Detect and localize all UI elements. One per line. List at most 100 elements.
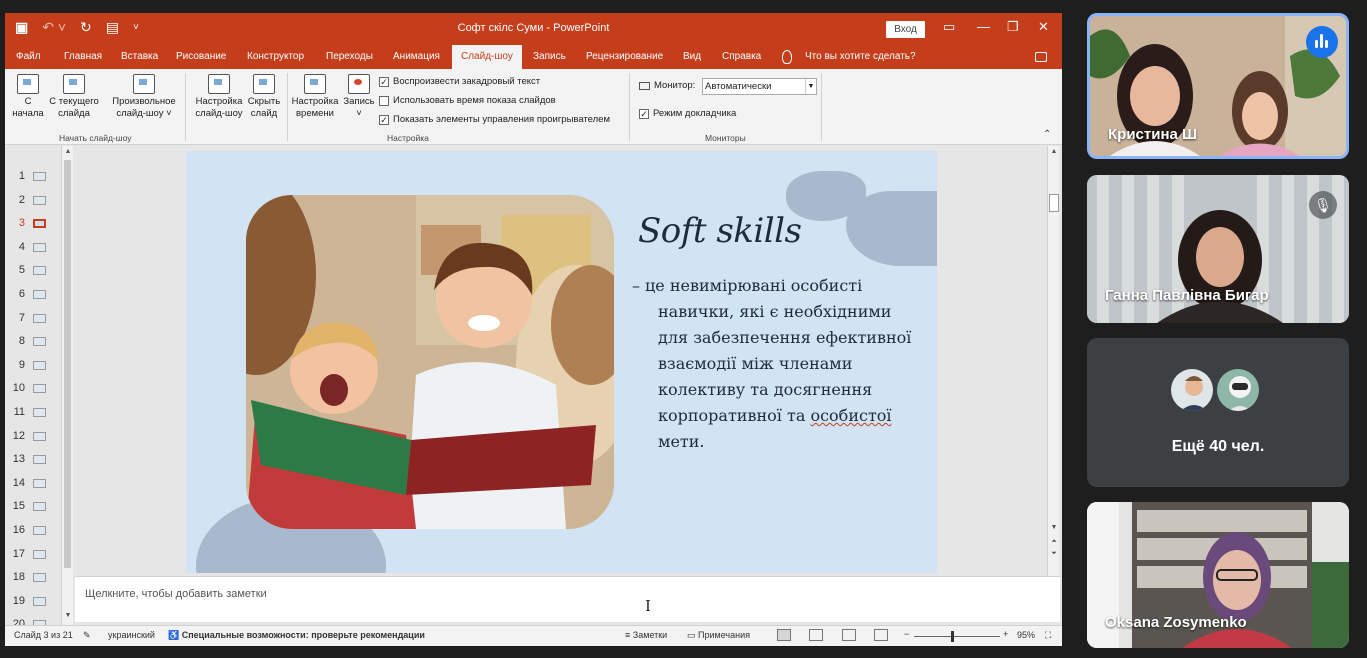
collapse-ribbon-icon[interactable]: ⌃ bbox=[1043, 129, 1051, 140]
chevron-down-icon[interactable]: ▼ bbox=[805, 79, 816, 94]
body-line: колективу та досягнення bbox=[658, 380, 873, 399]
scroll-up-icon[interactable]: ▲ bbox=[63, 148, 73, 158]
from-current-slide-button[interactable]: С текущего слайда bbox=[46, 74, 102, 120]
zoom-slider[interactable] bbox=[914, 636, 1000, 637]
comments-toggle[interactable]: ▭ Примечания bbox=[687, 630, 750, 641]
slide-thumbnail[interactable]: 7 bbox=[5, 308, 61, 332]
slide-thumbnail[interactable]: 1 bbox=[5, 166, 61, 190]
tab-record[interactable]: Запись bbox=[533, 45, 566, 69]
presenter-view-checkbox[interactable]: ✓ Режим докладчика bbox=[639, 108, 736, 119]
children-reading-photo[interactable] bbox=[246, 195, 614, 529]
slide-scrollbar[interactable]: ▲ ▼ ⏶ ⏷ bbox=[1047, 146, 1059, 576]
slide-thumbnail[interactable]: 9 bbox=[5, 355, 61, 379]
setup-slideshow-button[interactable]: Настройка слайд-шоу bbox=[192, 74, 246, 120]
scroll-up-icon[interactable]: ▲ bbox=[1049, 148, 1059, 158]
slide-thumbnail[interactable]: 17 bbox=[5, 544, 61, 568]
slide-thumbnail[interactable]: 6 bbox=[5, 284, 61, 308]
thumbnails-scrollbar[interactable]: ▲ ▼ bbox=[61, 146, 73, 626]
slide-thumbnail[interactable]: 19 bbox=[5, 591, 61, 615]
tab-file[interactable]: Файл bbox=[16, 45, 41, 69]
slide-thumbnail[interactable]: 18 bbox=[5, 567, 61, 591]
spellcheck-icon[interactable]: ✎ bbox=[83, 630, 91, 641]
slide-thumbnail[interactable]: 12 bbox=[5, 426, 61, 450]
notes-placeholder[interactable]: Щелкните, чтобы добавить заметки bbox=[85, 588, 267, 600]
custom-slideshow-icon bbox=[133, 74, 155, 94]
tab-transitions[interactable]: Переходы bbox=[326, 45, 373, 69]
notes-pane[interactable]: Щелкните, чтобы добавить заметки I bbox=[75, 576, 1060, 622]
tab-view[interactable]: Вид bbox=[683, 45, 701, 69]
tell-me-search[interactable]: Что вы хотите сделать? bbox=[805, 45, 916, 69]
participant-tile[interactable]: 🎙 Ганна Павлівна Бигар bbox=[1087, 175, 1349, 323]
slide-thumbnail[interactable]: 4 bbox=[5, 237, 61, 261]
tab-home[interactable]: Главная bbox=[64, 45, 102, 69]
thumbnail-number: 6 bbox=[18, 288, 25, 300]
custom-slideshow-button[interactable]: Произвольное слайд-шоу ˅ bbox=[108, 74, 180, 120]
body-lines: це невимірювані особисті навички, які є … bbox=[645, 273, 930, 455]
reading-view-icon[interactable] bbox=[842, 629, 856, 641]
accessibility-checker[interactable]: ♿ Специальные возможности: проверьте рек… bbox=[168, 630, 425, 641]
body-line: для забезпечення ефективної bbox=[658, 328, 912, 347]
scroll-thumb[interactable] bbox=[64, 160, 71, 568]
show-media-controls-checkbox[interactable]: ✓ Показать элементы управления проигрыват… bbox=[379, 114, 610, 125]
use-timings-checkbox[interactable]: Использовать время показа слайдов bbox=[379, 95, 556, 106]
ribbon-display-options-icon[interactable]: ▭ bbox=[943, 19, 955, 35]
restore-icon[interactable]: ❐ bbox=[1007, 19, 1019, 35]
participant-tile[interactable]: Oksana Zosymenko bbox=[1087, 502, 1349, 648]
zoom-slider-thumb[interactable] bbox=[951, 631, 954, 642]
language-indicator[interactable]: украинский bbox=[108, 630, 155, 640]
record-button[interactable]: Запись ˅ bbox=[341, 74, 377, 120]
tab-design[interactable]: Конструктор bbox=[247, 45, 304, 69]
tab-insert[interactable]: Вставка bbox=[121, 45, 158, 69]
slide-thumbnail[interactable]: 8 bbox=[5, 331, 61, 355]
hide-slide-button[interactable]: Скрыть слайд bbox=[245, 74, 283, 120]
mic-off-icon: 🎙 bbox=[1309, 191, 1337, 219]
comments-icon[interactable] bbox=[1035, 52, 1047, 62]
slide-thumbnail[interactable]: 11 bbox=[5, 402, 61, 426]
tab-help[interactable]: Справка bbox=[722, 45, 761, 69]
slide[interactable]: Soft skills – це невимірювані особисті н… bbox=[186, 151, 937, 573]
thumbnail-preview bbox=[33, 596, 46, 606]
slide-thumbnail[interactable]: 16 bbox=[5, 520, 61, 544]
close-icon[interactable]: ✕ bbox=[1038, 19, 1049, 35]
from-beginning-button[interactable]: С начала bbox=[11, 74, 45, 120]
play-narrations-checkbox[interactable]: ✓ Воспроизвести закадровый текст bbox=[379, 76, 540, 87]
slide-sorter-icon[interactable] bbox=[809, 629, 823, 641]
signin-button[interactable]: Вход bbox=[886, 21, 925, 38]
slideshow-view-icon[interactable] bbox=[874, 629, 888, 641]
lightbulb-icon bbox=[782, 50, 792, 64]
slide-thumbnail[interactable]: 14 bbox=[5, 473, 61, 497]
previous-slide-icon[interactable]: ⏶ bbox=[1049, 538, 1059, 548]
tab-slideshow[interactable]: Слайд-шоу bbox=[452, 45, 522, 69]
next-slide-icon[interactable]: ⏷ bbox=[1049, 550, 1059, 560]
slideshow-current-icon bbox=[63, 74, 85, 94]
participant-name: Oksana Zosymenko bbox=[1105, 614, 1247, 631]
thumbnail-number: 11 bbox=[13, 406, 25, 418]
normal-view-icon[interactable] bbox=[777, 629, 791, 641]
scroll-down-icon[interactable]: ▼ bbox=[63, 612, 73, 622]
zoom-in-icon[interactable]: + bbox=[1003, 629, 1008, 639]
monitor-select[interactable]: Автоматически ▼ bbox=[702, 78, 817, 95]
slide-thumbnail[interactable]: 3 bbox=[5, 213, 61, 237]
minimize-icon[interactable]: — bbox=[977, 19, 990, 34]
slide-thumbnail[interactable]: 10 bbox=[5, 378, 61, 402]
scroll-thumb[interactable] bbox=[1049, 194, 1059, 212]
slide-thumbnail[interactable]: 13 bbox=[5, 449, 61, 473]
fit-slide-icon[interactable]: ⛶ bbox=[1045, 630, 1051, 641]
participant-tile-active-speaker[interactable]: Кристина Ш bbox=[1087, 13, 1349, 159]
tab-review[interactable]: Рецензирование bbox=[586, 45, 663, 69]
checkbox-unchecked bbox=[379, 95, 389, 106]
ribbon-divider bbox=[629, 73, 630, 141]
participant-tile-others[interactable]: Ещё 40 чел. bbox=[1087, 338, 1349, 487]
rehearse-timings-button[interactable]: Настройка времени bbox=[289, 74, 341, 120]
notes-toggle[interactable]: ≡ Заметки bbox=[625, 630, 667, 640]
scroll-down-icon[interactable]: ▼ bbox=[1049, 524, 1059, 534]
zoom-out-icon[interactable]: − bbox=[904, 629, 909, 639]
tab-animations[interactable]: Анимация bbox=[393, 45, 440, 69]
tab-draw[interactable]: Рисование bbox=[176, 45, 226, 69]
zoom-level[interactable]: 95% bbox=[1017, 630, 1035, 640]
slide-thumbnail[interactable]: 2 bbox=[5, 190, 61, 214]
slide-thumbnail[interactable]: 15 bbox=[5, 496, 61, 520]
thumbnail-preview bbox=[33, 360, 46, 370]
slide-title[interactable]: Soft skills bbox=[638, 211, 802, 251]
slide-thumbnail[interactable]: 5 bbox=[5, 260, 61, 284]
